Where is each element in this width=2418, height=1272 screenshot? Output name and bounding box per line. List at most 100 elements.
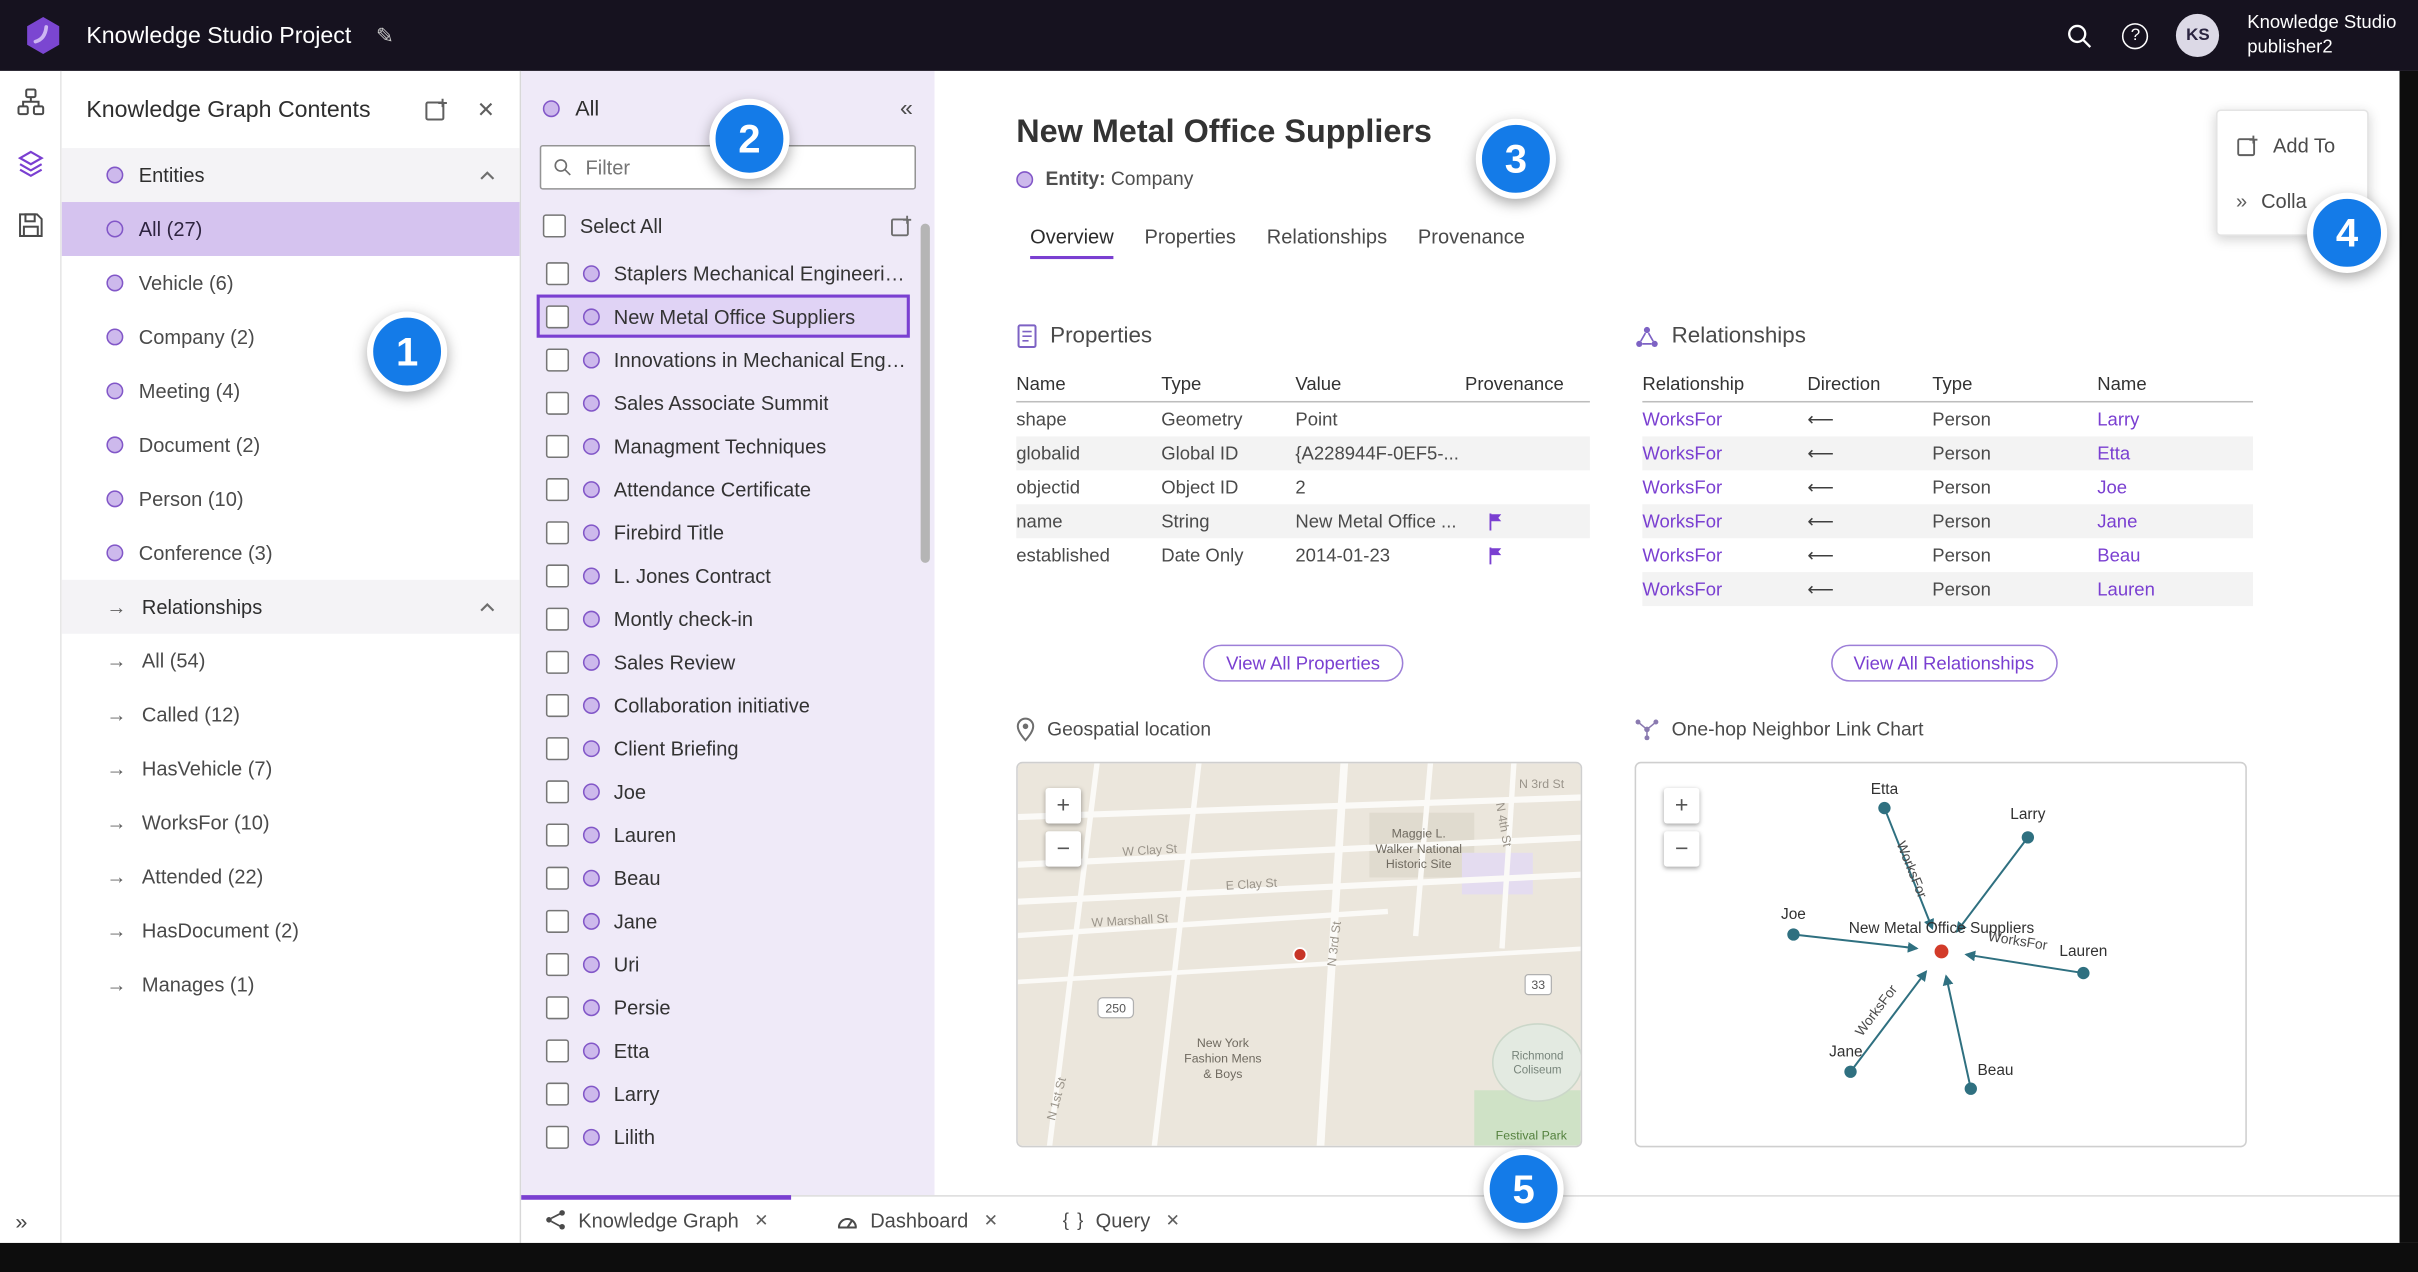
node-larry[interactable] bbox=[2021, 831, 2035, 844]
entity-filter-meeting[interactable]: Meeting (4) bbox=[62, 364, 520, 418]
item-checkbox[interactable] bbox=[545, 347, 570, 371]
close-tab-icon[interactable]: ✕ bbox=[984, 1210, 998, 1230]
select-all-checkbox[interactable] bbox=[542, 213, 566, 237]
list-item[interactable]: Beau bbox=[537, 856, 910, 899]
list-item[interactable]: Jane bbox=[537, 899, 910, 942]
list-item[interactable]: Managment Techniques bbox=[537, 424, 910, 467]
link-chart[interactable]: + − Etta Larry Joe Jane Beau Lauren New … bbox=[1634, 761, 2247, 1148]
list-item[interactable]: Montly check-in bbox=[537, 597, 910, 640]
hierarchy-icon[interactable] bbox=[0, 71, 62, 133]
list-item[interactable]: Client Briefing bbox=[537, 726, 910, 769]
view-all-properties-button[interactable]: View All Properties bbox=[1202, 644, 1404, 682]
collapse-panel-icon[interactable]: « bbox=[900, 95, 913, 121]
relationship-filter-manages[interactable]: → Manages (1) bbox=[62, 958, 520, 1012]
add-to-button[interactable]: Add To bbox=[2218, 117, 2368, 173]
edit-title-icon[interactable]: ✎ bbox=[376, 22, 394, 48]
item-checkbox[interactable] bbox=[545, 822, 570, 846]
item-checkbox[interactable] bbox=[545, 434, 570, 458]
help-icon[interactable]: ? bbox=[2122, 22, 2149, 49]
list-item[interactable]: Joe bbox=[537, 770, 910, 813]
item-checkbox[interactable] bbox=[545, 390, 570, 415]
list-item[interactable]: Innovations in Mechanical Engin... bbox=[537, 338, 910, 381]
chart-zoom-out-button[interactable]: − bbox=[1663, 831, 1700, 867]
node-etta[interactable] bbox=[1878, 801, 1891, 815]
entity-filter-all[interactable]: All (27) bbox=[61, 202, 520, 256]
node-jane[interactable] bbox=[1844, 1065, 1857, 1078]
tab-knowledge-graph[interactable]: Knowledge Graph ✕ bbox=[521, 1195, 793, 1243]
item-checkbox[interactable] bbox=[545, 520, 570, 544]
item-checkbox[interactable] bbox=[545, 779, 570, 803]
list-item[interactable]: Uri bbox=[537, 942, 910, 985]
list-item[interactable]: Lauren bbox=[537, 813, 910, 856]
list-item[interactable]: Firebird Title bbox=[537, 510, 910, 553]
node-beau[interactable] bbox=[1964, 1082, 1977, 1095]
map-zoom-out-button[interactable]: − bbox=[1045, 831, 1082, 867]
tab-relationships[interactable]: Relationships bbox=[1251, 213, 1402, 259]
avatar[interactable]: KS bbox=[2176, 13, 2220, 58]
relationship-filter-all[interactable]: → All (54) bbox=[62, 634, 520, 688]
tab-query[interactable]: { } Query ✕ bbox=[1040, 1197, 1203, 1243]
chart-zoom-in-button[interactable]: + bbox=[1663, 788, 1700, 824]
expand-rail-icon[interactable]: » bbox=[15, 1209, 27, 1234]
add-panel-icon[interactable] bbox=[424, 97, 449, 122]
item-checkbox[interactable] bbox=[545, 1038, 570, 1062]
list-item[interactable]: Etta bbox=[537, 1029, 910, 1072]
relationship-filter-hasdocument[interactable]: → HasDocument (2) bbox=[62, 904, 520, 958]
list-item[interactable]: Staplers Mechanical Engineering bbox=[537, 251, 910, 294]
relationships-section-header[interactable]: → Relationships bbox=[61, 579, 520, 634]
map-marker[interactable] bbox=[1292, 947, 1308, 962]
entity-filter-vehicle[interactable]: Vehicle (6) bbox=[62, 256, 520, 310]
entity-filter-conference[interactable]: Conference (3) bbox=[62, 526, 520, 580]
list-item[interactable]: Attendance Certificate bbox=[537, 467, 910, 510]
app-logo-icon[interactable] bbox=[22, 14, 65, 57]
tab-overview[interactable]: Overview bbox=[1015, 213, 1129, 260]
provenance-flag-icon[interactable] bbox=[1487, 545, 1506, 565]
item-checkbox[interactable] bbox=[545, 1081, 570, 1105]
scrollbar-thumb[interactable] bbox=[920, 223, 930, 563]
item-checkbox[interactable] bbox=[545, 477, 570, 501]
node-center[interactable] bbox=[1934, 944, 1949, 959]
entity-filter-document[interactable]: Document (2) bbox=[62, 418, 520, 472]
add-to-new-icon[interactable] bbox=[890, 214, 913, 237]
tab-provenance[interactable]: Provenance bbox=[1403, 213, 1541, 259]
list-item[interactable]: Persie bbox=[537, 985, 910, 1028]
tab-properties[interactable]: Properties bbox=[1129, 213, 1251, 259]
relationship-filter-called[interactable]: → Called (12) bbox=[62, 688, 520, 742]
item-checkbox[interactable] bbox=[545, 693, 570, 717]
list-item[interactable]: Sales Review bbox=[537, 640, 910, 683]
list-item-selected[interactable]: New Metal Office Suppliers bbox=[536, 294, 910, 338]
item-checkbox[interactable] bbox=[545, 606, 570, 630]
item-checkbox[interactable] bbox=[545, 995, 570, 1019]
item-checkbox[interactable] bbox=[545, 909, 570, 933]
map[interactable]: + − W Clay St E Clay St W Marshall St N … bbox=[1016, 761, 1583, 1148]
provenance-flag-icon[interactable] bbox=[1487, 511, 1506, 531]
item-checkbox[interactable] bbox=[545, 261, 570, 285]
list-item[interactable]: Sales Associate Summit bbox=[537, 381, 910, 424]
relationship-filter-hasvehicle[interactable]: → HasVehicle (7) bbox=[62, 742, 520, 796]
list-item[interactable]: L. Jones Contract bbox=[537, 554, 910, 597]
chevron-up-icon[interactable] bbox=[480, 170, 495, 179]
relationship-filter-attended[interactable]: → Attended (22) bbox=[62, 850, 520, 904]
item-checkbox[interactable] bbox=[545, 952, 570, 976]
search-icon[interactable] bbox=[2064, 20, 2095, 51]
item-checkbox[interactable] bbox=[545, 649, 570, 674]
map-zoom-in-button[interactable]: + bbox=[1045, 788, 1082, 824]
tab-dashboard[interactable]: Dashboard ✕ bbox=[813, 1197, 1021, 1243]
list-item[interactable]: Lilith bbox=[537, 1115, 910, 1158]
item-checkbox[interactable] bbox=[545, 865, 570, 890]
close-tab-icon[interactable]: ✕ bbox=[1166, 1210, 1180, 1230]
close-panel-icon[interactable]: ✕ bbox=[477, 96, 495, 122]
item-checkbox[interactable] bbox=[545, 304, 570, 328]
relationship-filter-worksfor[interactable]: → WorksFor (10) bbox=[62, 796, 520, 850]
layers-icon[interactable] bbox=[0, 133, 62, 195]
entity-filter-person[interactable]: Person (10) bbox=[62, 472, 520, 526]
node-joe[interactable] bbox=[1787, 928, 1800, 941]
entity-filter-company[interactable]: Company (2) bbox=[62, 310, 520, 364]
item-checkbox[interactable] bbox=[545, 1124, 570, 1149]
item-checkbox[interactable] bbox=[545, 563, 570, 587]
close-tab-icon[interactable]: ✕ bbox=[754, 1210, 768, 1230]
item-checkbox[interactable] bbox=[545, 736, 570, 760]
save-icon[interactable] bbox=[0, 194, 62, 256]
list-item[interactable]: Larry bbox=[537, 1072, 910, 1115]
entities-section-header[interactable]: Entities bbox=[61, 148, 520, 203]
